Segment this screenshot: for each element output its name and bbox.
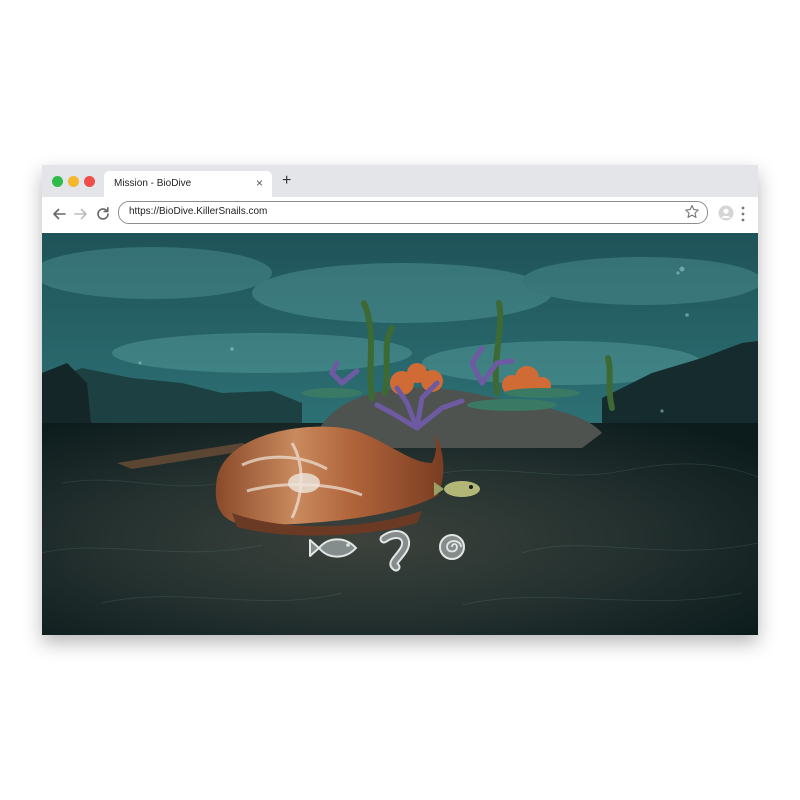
url-text: https://BioDive.KillerSnails.com (129, 206, 268, 217)
game-viewport[interactable] (42, 233, 758, 635)
browser-window: Mission - BioDive × + https://BioDive.Ki… (42, 165, 758, 635)
profile-avatar-icon[interactable] (718, 205, 734, 221)
snail-shell-icon (439, 534, 465, 560)
browser-titlebar: Mission - BioDive × + (42, 165, 758, 197)
browser-tab[interactable]: Mission - BioDive × (104, 171, 272, 197)
snail-choice-button[interactable] (439, 534, 465, 560)
reload-icon[interactable] (94, 205, 112, 223)
bookmark-star-icon[interactable] (684, 204, 700, 220)
browser-toolbar: https://BioDive.KillerSnails.com (42, 197, 758, 234)
maximize-window-button[interactable] (52, 176, 63, 187)
tab-close-icon[interactable]: × (256, 176, 263, 190)
close-window-button[interactable] (84, 176, 95, 187)
new-tab-button[interactable]: + (282, 173, 291, 189)
menu-dots-icon[interactable] (740, 205, 746, 223)
forward-arrow-icon[interactable] (72, 205, 90, 223)
minimize-window-button[interactable] (68, 176, 79, 187)
address-bar[interactable]: https://BioDive.KillerSnails.com (118, 201, 708, 224)
back-arrow-icon[interactable] (50, 205, 68, 223)
tab-title: Mission - BioDive (114, 178, 192, 189)
